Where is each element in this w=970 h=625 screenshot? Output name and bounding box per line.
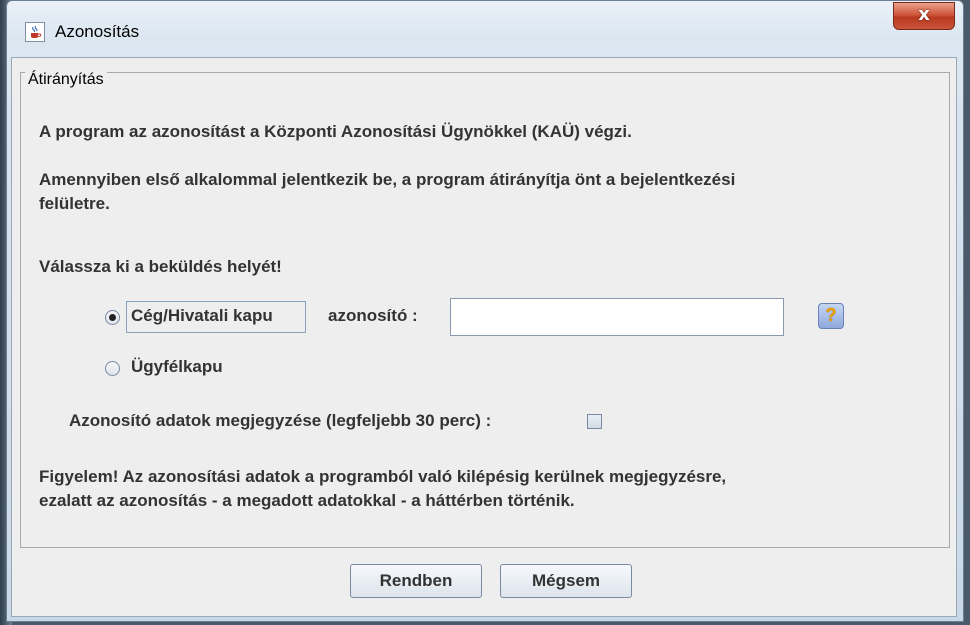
warning-text-line1: Figyelem! Az azonosítási adatok a progra… bbox=[39, 467, 727, 486]
redirect-group: Átirányítás A program az azonosítást a K… bbox=[20, 71, 950, 548]
identifier-label: azonosító : bbox=[328, 306, 418, 325]
ok-button[interactable]: Rendben bbox=[350, 564, 482, 598]
redirect-text-line2: felületre. bbox=[39, 194, 110, 213]
help-icon[interactable]: ? bbox=[818, 303, 844, 329]
remember-checkbox[interactable] bbox=[587, 414, 602, 429]
radio-company-gate-label[interactable]: Cég/Hivatali kapu bbox=[131, 304, 273, 328]
window-title: Azonosítás bbox=[55, 22, 140, 41]
dialog-content: Átirányítás A program az azonosítást a K… bbox=[11, 57, 957, 617]
warning-text-line2: ezalatt az azonosítás - a megadott adato… bbox=[39, 491, 575, 510]
close-button[interactable]: x bbox=[893, 2, 955, 30]
remember-label: Azonosító adatok megjegyzése (legfeljebb… bbox=[69, 411, 492, 430]
group-legend: Átirányítás bbox=[25, 71, 107, 89]
radio-client-gate[interactable] bbox=[105, 361, 120, 376]
identifier-input[interactable] bbox=[450, 298, 784, 336]
redirect-text-line1: Amennyiben első alkalommal jelentkezik b… bbox=[39, 170, 736, 189]
intro-text: A program az azonosítást a Központi Azon… bbox=[39, 122, 632, 141]
cancel-button[interactable]: Mégsem bbox=[500, 564, 632, 598]
radio-client-gate-label[interactable]: Ügyfélkapu bbox=[131, 355, 223, 379]
radio-selected-dot bbox=[109, 314, 116, 321]
radio-company-gate[interactable] bbox=[105, 310, 120, 325]
close-icon: x bbox=[918, 4, 930, 25]
java-cup-icon bbox=[25, 22, 45, 42]
title-bar[interactable]: Azonosítás x bbox=[7, 1, 963, 57]
choose-location-label: Válassza ki a beküldés helyét! bbox=[39, 257, 282, 276]
dialog-window: Azonosítás x Átirányítás A program az az… bbox=[6, 0, 964, 622]
